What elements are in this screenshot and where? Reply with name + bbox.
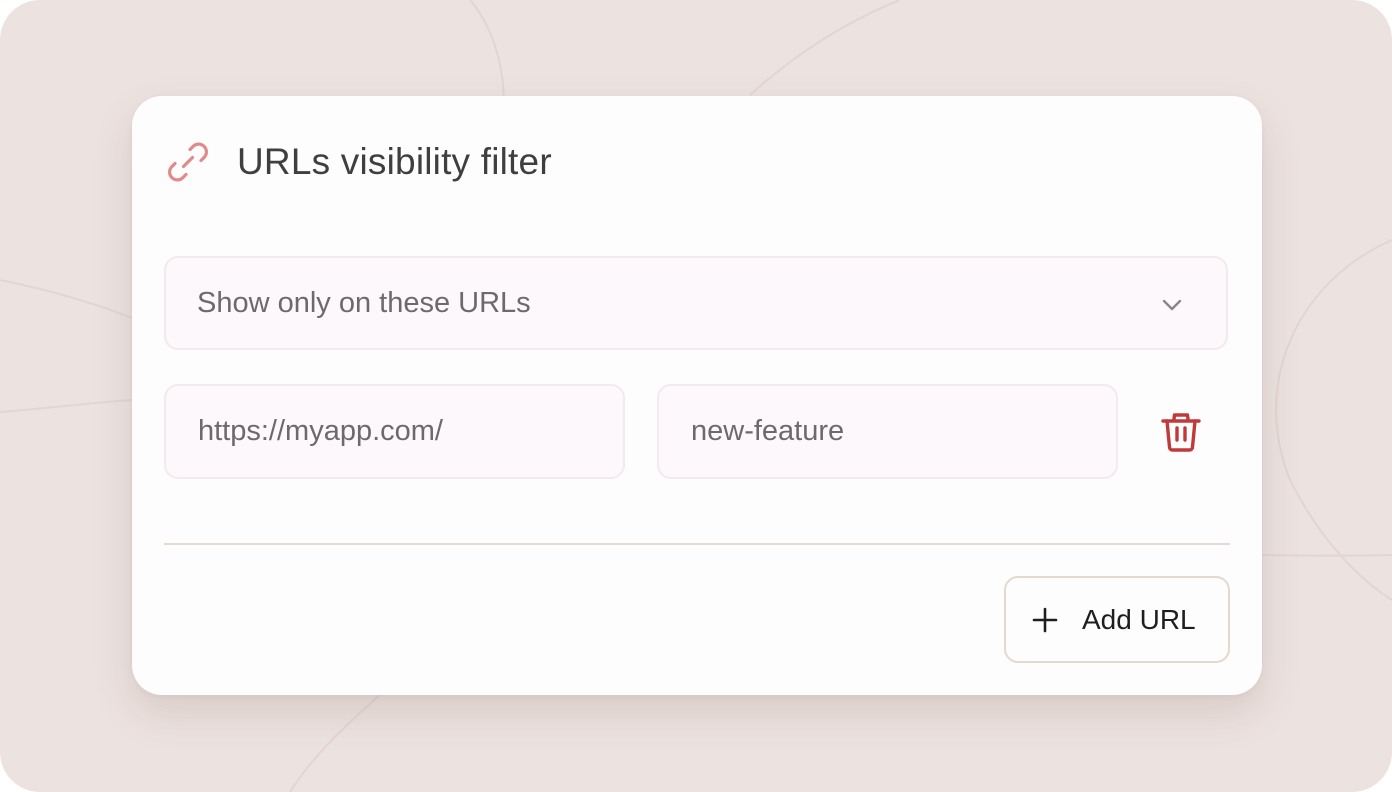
url-filter-card: URLs visibility filter Show only on thes… [132, 96, 1262, 695]
card-header: URLs visibility filter [166, 136, 552, 188]
card-title: URLs visibility filter [237, 141, 552, 182]
url-path-field[interactable] [657, 384, 1118, 479]
visibility-mode-value: Show only on these URLs [197, 286, 531, 319]
app-background: URLs visibility filter Show only on thes… [0, 0, 1392, 792]
base-url-field[interactable] [164, 384, 625, 479]
chevron-down-icon [1162, 299, 1182, 311]
visibility-mode-select[interactable]: Show only on these URLs [164, 256, 1228, 350]
add-url-label: Add URL [1082, 603, 1196, 635]
trash-icon[interactable] [1159, 410, 1203, 454]
add-url-button[interactable]: Add URL [1004, 576, 1230, 663]
url-path-input[interactable] [691, 415, 1116, 448]
base-url-input[interactable] [198, 415, 623, 448]
link-icon [168, 142, 208, 182]
section-divider [164, 543, 1230, 545]
plus-icon [1032, 607, 1058, 632]
